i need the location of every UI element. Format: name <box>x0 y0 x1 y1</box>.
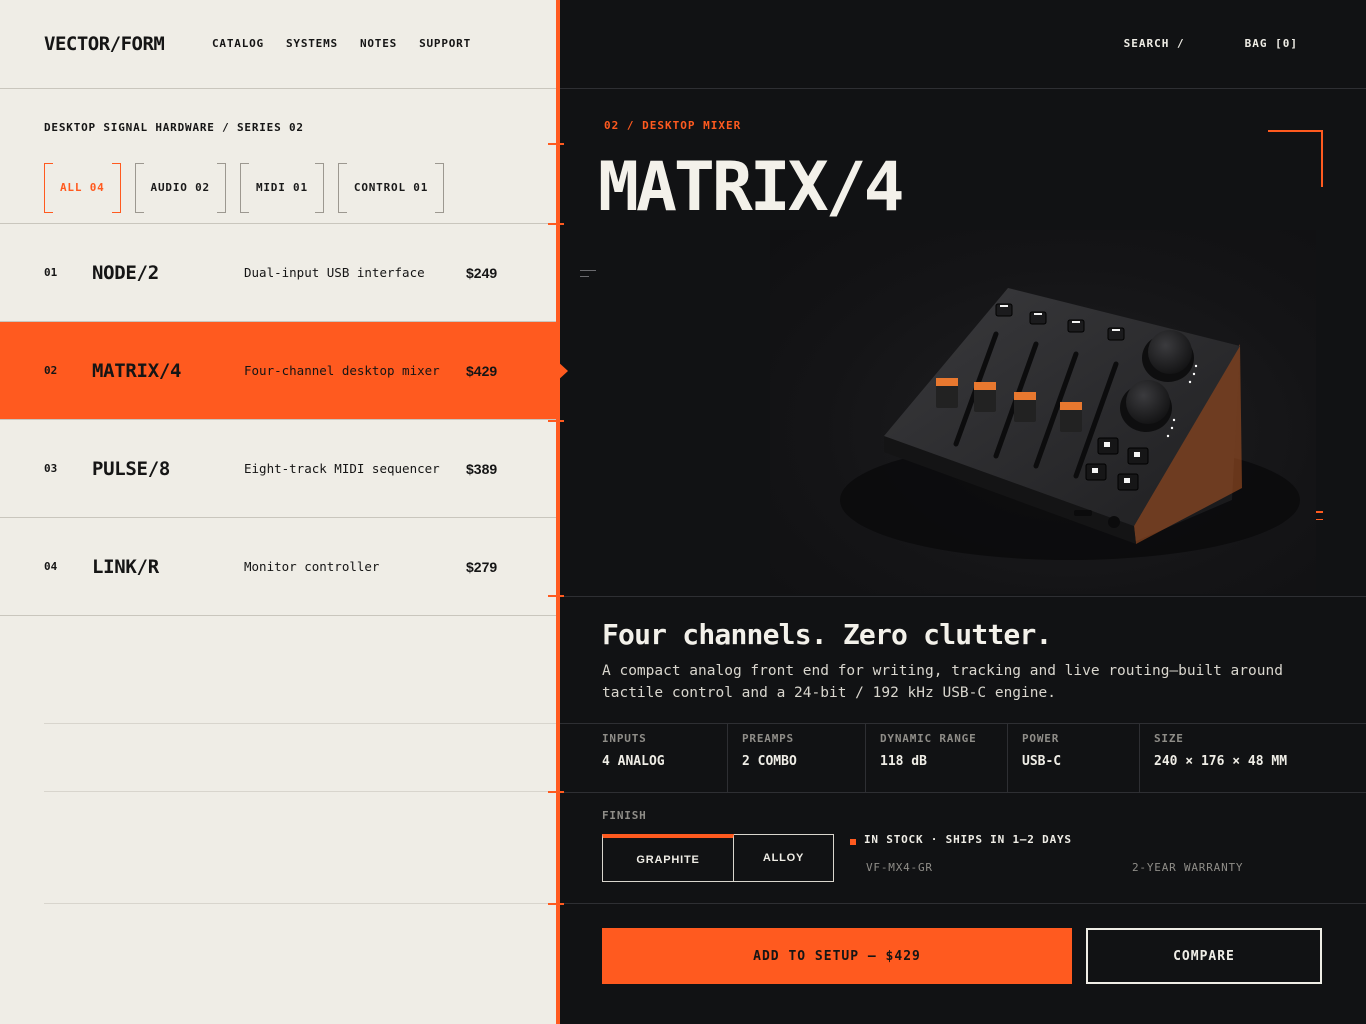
finish-alloy-button[interactable]: ALLOY <box>734 834 834 882</box>
empty-row-divider <box>44 903 556 904</box>
finish-label: FINISH <box>602 809 647 822</box>
section-divider <box>560 596 1366 597</box>
catalog-panel: VECTOR/FORM CATALOG SYSTEMS NOTES SUPPOR… <box>0 0 568 1024</box>
compare-button[interactable]: COMPARE <box>1086 928 1322 984</box>
divider-tick <box>548 420 564 422</box>
header-divider <box>560 88 1366 89</box>
empty-row-divider <box>44 791 556 792</box>
nav-catalog[interactable]: CATALOG <box>212 37 264 50</box>
spec-value: 2 COMBO <box>742 754 797 769</box>
product-description: Dual-input USB interface <box>244 265 425 280</box>
spec-key: INPUTS <box>602 732 647 745</box>
spec-value: USB-C <box>1022 754 1062 769</box>
product-number: 02 <box>44 364 58 377</box>
header-actions: SEARCH / BAG [0] <box>1124 37 1298 50</box>
spec-key: POWER <box>1022 732 1060 745</box>
corner-bracket <box>1268 130 1323 187</box>
empty-row-divider <box>44 723 556 724</box>
product-row-pulse8[interactable]: 03 PULSE/8 Eight-track MIDI sequencer $3… <box>0 420 556 518</box>
nav-systems[interactable]: SYSTEMS <box>286 37 338 50</box>
spec-preamps: PREAMPS 2 COMBO <box>728 724 866 792</box>
product-row-node2[interactable]: 01 NODE/2 Dual-input USB interface $249 <box>0 224 556 322</box>
product-title: MATRIX/4 <box>598 148 905 227</box>
spec-key: PREAMPS <box>742 732 794 745</box>
panel-divider <box>556 0 560 1024</box>
divider-tick <box>548 143 564 145</box>
product-row-linkr[interactable]: 04 LINK/R Monitor controller $279 <box>0 518 556 616</box>
hash-mark <box>580 270 596 282</box>
product-name: LINK/R <box>92 555 159 578</box>
filter-control[interactable]: CONTROL 01 <box>337 163 445 213</box>
divider-tick <box>548 223 564 225</box>
section-divider <box>560 792 1366 793</box>
divider-tick <box>548 791 564 793</box>
spec-size: SIZE 240 × 176 × 48 MM <box>1140 724 1366 792</box>
product-description: Eight-track MIDI sequencer <box>244 461 440 476</box>
product-detail-panel: SEARCH / BAG [0] 02 / DESKTOP MIXER MATR… <box>560 0 1366 1024</box>
divider-tick <box>548 595 564 597</box>
spec-dynamic-range: DYNAMIC RANGE 118 dB <box>866 724 1008 792</box>
mixer-illustration <box>840 288 1300 560</box>
filter-audio[interactable]: AUDIO 02 <box>134 163 227 213</box>
breadcrumb: DESKTOP SIGNAL HARDWARE / SERIES 02 <box>44 121 304 134</box>
product-number: 03 <box>44 462 58 475</box>
product-description: Four-channel desktop mixer <box>244 363 440 378</box>
brand-logo[interactable]: VECTOR/FORM <box>44 33 165 55</box>
finish-graphite-button[interactable]: GRAPHITE <box>602 834 734 882</box>
product-name: MATRIX/4 <box>92 359 182 382</box>
header-divider <box>0 88 556 89</box>
spec-power: POWER USB-C <box>1008 724 1140 792</box>
edge-marks <box>1316 511 1323 526</box>
warranty: 2-YEAR WARRANTY <box>1132 861 1244 874</box>
product-number: 04 <box>44 560 58 573</box>
section-divider <box>560 903 1366 904</box>
product-row-matrix4[interactable]: 02 MATRIX/4 Four-channel desktop mixer $… <box>0 322 568 420</box>
finish-selector: GRAPHITE ALLOY <box>602 834 834 882</box>
nav-notes[interactable]: NOTES <box>360 37 397 50</box>
add-to-setup-button[interactable]: ADD TO SETUP — $429 <box>602 928 1072 984</box>
spec-table: INPUTS 4 ANALOG PREAMPS 2 COMBO DYNAMIC … <box>560 724 1366 792</box>
divider-tick <box>548 903 564 905</box>
stock-status: IN STOCK · SHIPS IN 1–2 DAYS <box>850 833 1072 846</box>
product-name: NODE/2 <box>92 261 159 284</box>
nav-support[interactable]: SUPPORT <box>419 37 471 50</box>
filter-chips: ALL 04 AUDIO 02 MIDI 01 CONTROL 01 <box>44 163 445 213</box>
product-description: Monitor controller <box>244 559 380 574</box>
spec-value: 118 dB <box>880 754 927 769</box>
bag-link[interactable]: BAG [0] <box>1245 37 1298 50</box>
stock-indicator-icon <box>850 838 856 845</box>
product-price: $279 <box>466 558 498 575</box>
filter-all[interactable]: ALL 04 <box>44 163 121 213</box>
stock-text: IN STOCK · SHIPS IN 1–2 DAYS <box>864 833 1072 846</box>
spec-value: 4 ANALOG <box>602 754 665 769</box>
product-price: $389 <box>466 460 498 477</box>
product-price: $249 <box>466 264 498 281</box>
spec-value: 240 × 176 × 48 MM <box>1154 754 1288 769</box>
search-link[interactable]: SEARCH / <box>1124 37 1185 50</box>
product-price: $429 <box>466 362 498 379</box>
product-description: A compact analog front end for writing, … <box>602 663 1283 701</box>
product-name: PULSE/8 <box>92 457 170 480</box>
sku: VF-MX4-GR <box>866 861 933 874</box>
spec-key: DYNAMIC RANGE <box>880 732 977 745</box>
product-eyebrow: 02 / DESKTOP MIXER <box>604 119 742 132</box>
filter-midi[interactable]: MIDI 01 <box>239 163 324 213</box>
product-list: 01 NODE/2 Dual-input USB interface $249 … <box>0 224 568 616</box>
product-photo <box>770 230 1316 594</box>
main-nav: CATALOG SYSTEMS NOTES SUPPORT <box>212 37 471 50</box>
spec-inputs: INPUTS 4 ANALOG <box>560 724 728 792</box>
product-headline: Four channels. Zero clutter. <box>602 618 1052 651</box>
product-number: 01 <box>44 266 58 279</box>
spec-key: SIZE <box>1154 732 1184 745</box>
